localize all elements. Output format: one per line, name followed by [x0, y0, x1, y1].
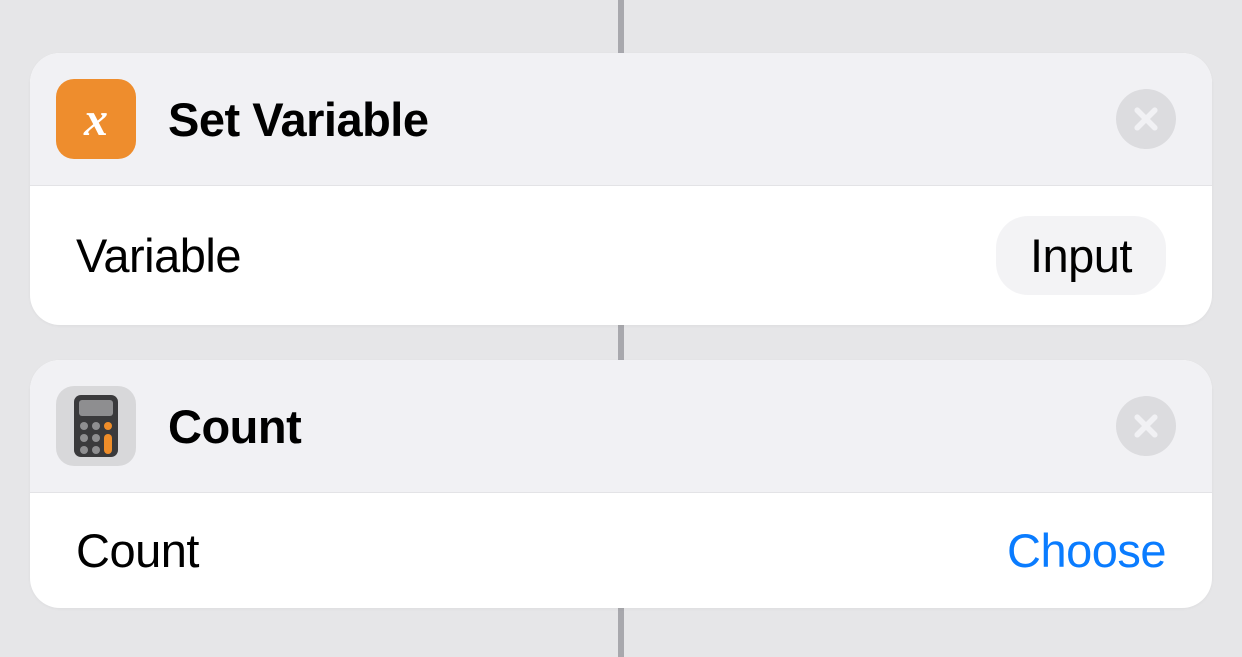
close-icon: [1131, 411, 1161, 441]
choose-value-button[interactable]: Choose: [1007, 523, 1166, 578]
parameter-label: Count: [76, 523, 199, 578]
remove-action-button[interactable]: [1116, 89, 1176, 149]
remove-action-button[interactable]: [1116, 396, 1176, 456]
card-title: Set Variable: [168, 92, 1116, 147]
parameter-row: Variable Input: [30, 186, 1212, 325]
card-title: Count: [168, 399, 1116, 454]
variable-icon: x: [56, 79, 136, 159]
variable-value-token[interactable]: Input: [996, 216, 1166, 295]
calculator-icon-svg: [74, 395, 118, 457]
action-card-set-variable[interactable]: x Set Variable Variable Input: [30, 53, 1212, 325]
parameter-row: Count Choose: [30, 493, 1212, 608]
card-header: x Set Variable: [30, 53, 1212, 186]
parameter-label: Variable: [76, 228, 241, 283]
cards-container: x Set Variable Variable Input: [0, 0, 1242, 634]
close-icon: [1131, 104, 1161, 134]
variable-icon-glyph: x: [84, 92, 108, 147]
calculator-icon: [56, 386, 136, 466]
action-card-count[interactable]: Count Count Choose: [30, 360, 1212, 608]
card-header: Count: [30, 360, 1212, 493]
